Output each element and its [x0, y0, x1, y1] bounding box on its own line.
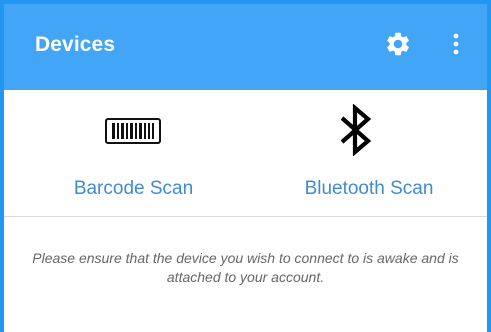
- divider: [4, 216, 487, 217]
- gear-icon: [387, 32, 409, 56]
- barcode-scan-label: Barcode Scan: [73, 178, 194, 199]
- barcode-icon: [105, 118, 161, 144]
- bluetooth-scan-label: Bluetooth Scan: [304, 178, 434, 199]
- more-vertical-icon: [453, 33, 459, 55]
- scan-options: Barcode Scan Bluetooth Scan: [4, 90, 487, 216]
- devices-screen: Devices Barcode Scan Bluetooth Scan Plea…: [0, 0, 491, 332]
- bluetooth-scan-option[interactable]: Bluetooth Scan: [244, 90, 487, 216]
- bluetooth-icon: [340, 104, 372, 156]
- connection-notice: Please ensure that the device you wish t…: [32, 250, 459, 285]
- app-bar: Devices: [4, 4, 487, 90]
- settings-button[interactable]: [384, 30, 412, 58]
- barcode-scan-option[interactable]: Barcode Scan: [4, 90, 244, 216]
- overflow-menu-button[interactable]: [450, 32, 462, 56]
- page-title: Devices: [35, 33, 116, 56]
